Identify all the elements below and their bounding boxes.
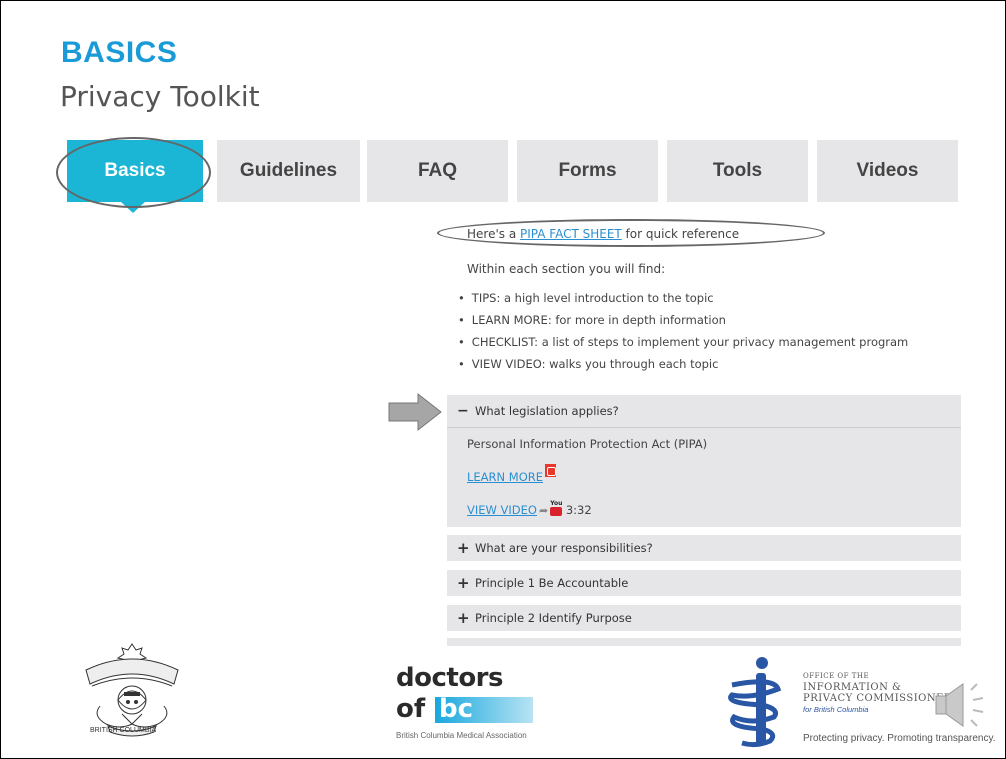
highlight-ellipse-fact-sheet [437,219,825,247]
share-arrow-icon: ➦ [538,504,549,517]
tab-videos[interactable]: Videos [817,140,958,202]
arrow-right-icon [388,392,442,432]
collapse-icon: − [457,403,469,419]
accordion-item-principle-1[interactable]: + Principle 1 Be Accountable [447,570,961,596]
accordion-header-legislation[interactable]: − What legislation applies? [447,395,961,427]
doctors-word: doctors [396,663,503,693]
doctors-caption: British Columbia Medical Association [396,731,527,740]
list-item: VIEW VIDEO: walks you through each topic [458,356,908,378]
bc-word: bc [439,694,474,724]
highlight-ellipse-tab [56,137,211,208]
oipc-tagline: Protecting privacy. Promoting transparen… [803,733,996,744]
view-video-row: VIEW VIDEO ➦ You 3:32 [467,499,592,518]
tab-forms[interactable]: Forms [517,140,658,202]
page-title: BASICS [61,36,178,69]
list-item: LEARN MORE: for more in depth informatio… [458,312,908,334]
accordion-title: What legislation applies? [475,404,619,418]
accordion-item-principle-2[interactable]: + Principle 2 Identify Purpose [447,605,961,631]
doctors-of-bc-logo: doctors of bc British Columbia Medical A… [396,663,533,740]
cpsbc-caption: BRITISH COLUMBIA [90,727,157,734]
oipc-line2: INFORMATION & [803,682,902,693]
expand-icon: + [457,574,470,592]
oipc-emblem-icon [728,657,782,748]
youtube-icon: You [550,501,562,516]
page-subtitle: Privacy Toolkit [60,80,260,113]
accordion-title: Principle 2 Identify Purpose [475,611,632,625]
accordion-item-open: − What legislation applies? Personal Inf… [447,395,961,527]
pdf-icon [545,464,557,477]
of-word: of [396,694,426,724]
accordion-title: Principle 1 Be Accountable [475,576,629,590]
list-item: TIPS: a high level introduction to the t… [458,290,908,312]
oipc-line1: OFFICE OF THE [803,672,870,680]
tab-guidelines[interactable]: Guidelines [217,140,360,202]
speaker-icon[interactable] [933,680,993,730]
accordion-item-responsibilities[interactable]: + What are your responsibilities? [447,535,961,561]
bc-box: bc [435,694,533,724]
oipc-line3: PRIVACY COMMISSIONER [803,693,952,704]
of-bc-line: of bc [396,695,536,723]
view-video-link[interactable]: VIEW VIDEO [467,503,537,517]
tab-faq[interactable]: FAQ [367,140,508,202]
divider [447,427,961,428]
learn-more-row: LEARN MORE [467,464,557,484]
accordion-body-text: Personal Information Protection Act (PIP… [467,437,708,451]
list-item: CHECKLIST: a list of steps to implement … [458,334,908,356]
accordion-item-partial [447,638,961,646]
accordion-title: What are your responsibilities? [475,541,653,555]
expand-icon: + [457,539,470,557]
learn-more-link[interactable]: LEARN MORE [467,470,543,484]
expand-icon: + [457,609,470,627]
cpsbc-crest-icon [85,643,179,737]
video-duration: 3:32 [565,503,592,517]
oipc-text: OFFICE OF THE INFORMATION & PRIVACY COMM… [803,672,952,714]
section-bullet-list: TIPS: a high level introduction to the t… [458,290,908,378]
tab-tools[interactable]: Tools [667,140,808,202]
intro-text: Within each section you will find: [467,262,666,276]
oipc-line4: for British Columbia [803,705,869,714]
